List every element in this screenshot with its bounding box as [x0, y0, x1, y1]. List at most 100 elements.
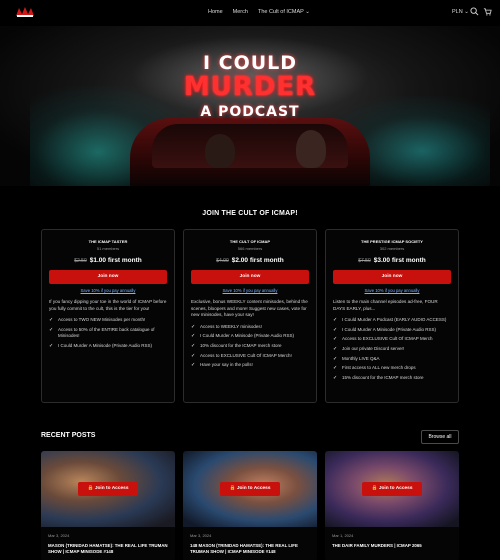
check-icon: ✓ — [333, 326, 338, 333]
post-title: 148 MASON (TRINIDAD HAMATSE): THE REAL L… — [190, 543, 298, 554]
browse-all-button[interactable]: Browse all — [421, 430, 459, 444]
perk-item: ✓ 10% discount for the ICMAP merch store — [191, 343, 309, 349]
currency-label: PLN — [452, 9, 463, 15]
perk-item: ✓ I Could Murder A Minisode (Private Audi… — [191, 333, 309, 339]
tier-name: THE CULT OF ICMAP — [229, 239, 271, 244]
tier-members: 566 members — [237, 246, 263, 251]
check-icon: ✓ — [191, 333, 196, 340]
chevron-down-icon: ⌄ — [305, 9, 310, 15]
check-icon: ✓ — [49, 326, 54, 333]
perk-item: ✓ Access to TWO NEW Minisodes per month! — [49, 317, 167, 323]
lock-icon: 🔒 — [229, 486, 236, 491]
check-icon: ✓ — [191, 362, 196, 369]
perk-text: Access to EXCLUSIVE Cult Of ICMAP Merch — [342, 336, 433, 342]
tier-old-price: $7.50 — [358, 258, 371, 264]
perk-text: I Could Murder A Minisode (Private Audio… — [200, 333, 295, 339]
perk-text: Monthly LIVE Q&A — [342, 355, 380, 361]
perk-text: Access to WEEKLY minisodes! — [200, 323, 262, 329]
check-icon: ✓ — [333, 345, 338, 352]
hero-title-line2: MURDER — [183, 72, 317, 102]
perk-item: ✓ Have your say in the polls! — [191, 362, 309, 368]
tier-perks: ✓ Access to TWO NEW Minisodes per month! … — [49, 317, 167, 349]
post-card[interactable]: 🔒 Join to Access Mar 1, 2024 THE DAIR FA… — [325, 451, 459, 560]
check-icon: ✓ — [333, 374, 338, 381]
recent-posts-title: RECENT POSTS — [41, 432, 96, 439]
check-icon: ✓ — [333, 336, 338, 343]
save-annually-link[interactable]: Save 10% if you pay annually — [49, 288, 167, 293]
tier-name: THE PRESTIGE ICMAP SOCIETY — [361, 239, 423, 244]
tier-current-price: $1.00 first month — [89, 257, 142, 264]
cart-icon[interactable] — [483, 7, 492, 16]
tier-description: If you fancy dipping your toe in the wor… — [49, 299, 167, 311]
nav-links: Home Merch The Cult of ICMAP ⌄ — [208, 9, 310, 15]
hero-banner: I COULD MURDER A PODCAST — [0, 26, 500, 186]
icmap-logo[interactable] — [14, 5, 36, 19]
tier-price: $2.50 $1.00 first month — [49, 257, 167, 264]
perk-item: ✓ I Could Murder A Podcast (EARLY AUDIO A… — [333, 317, 451, 323]
nav-cult[interactable]: The Cult of ICMAP ⌄ — [258, 9, 310, 15]
post-date: Mar 1, 2024 — [332, 533, 354, 538]
join-now-button[interactable]: Join now — [49, 270, 167, 284]
join-section-title: JOIN THE CULT OF ICMAP! — [202, 210, 298, 217]
join-to-access-label: Join to Access — [378, 486, 413, 491]
save-annually-link[interactable]: Save 10% if you pay annually — [191, 288, 309, 293]
post-title: MASON (TRINIDAD HAMATSE): THE REAL LIFE … — [48, 543, 168, 554]
check-icon: ✓ — [191, 342, 196, 349]
tier-members: 51 members — [96, 246, 120, 251]
join-now-button[interactable]: Join now — [333, 270, 451, 284]
perk-item: ✓ I Could Murder A Minisode (Private Audi… — [333, 327, 451, 333]
chevron-down-icon: ⌄ — [464, 9, 469, 15]
perk-text: 10% discount for the ICMAP merch store — [200, 342, 282, 348]
post-title: THE DAIR FAMILY MURDERS | ICMAP 2065 — [332, 543, 422, 548]
post-card[interactable]: 🔒 Join to Access Mar 3, 2024 MASON (TRIN… — [41, 451, 175, 560]
tier-card-cult: THE CULT OF ICMAP 566 members $4.00 $2.00… — [183, 229, 317, 403]
perk-text: I Could Murder A Minisode (Private Audio… — [342, 326, 437, 332]
hero-title-line1: I COULD — [202, 52, 298, 74]
perk-item: ✓ First access to ALL new merch drops — [333, 365, 451, 371]
hero-title-line3: A PODCAST — [200, 104, 300, 120]
join-to-access-label: Join to Access — [236, 486, 271, 491]
check-icon: ✓ — [333, 365, 338, 372]
check-icon: ✓ — [333, 355, 338, 362]
tier-old-price: $4.00 — [216, 258, 229, 264]
currency-selector[interactable]: PLN ⌄ — [452, 9, 469, 15]
save-annually-link[interactable]: Save 10% if you pay annually — [333, 288, 451, 293]
perk-text: Access to TWO NEW Minisodes per month! — [58, 317, 146, 323]
top-nav: Home Merch The Cult of ICMAP ⌄ PLN ⌄ — [0, 0, 500, 26]
tier-members: 302 members — [379, 246, 405, 251]
perk-item: ✓ I Could Murder A Minisode (Private Audi… — [49, 343, 167, 349]
perk-item: ✓ Access to 50% of the ENTIRE back catalo… — [49, 327, 167, 339]
check-icon: ✓ — [191, 323, 196, 330]
tier-price: $4.00 $2.00 first month — [191, 257, 309, 264]
nav-merch[interactable]: Merch — [233, 9, 248, 15]
join-to-access-button[interactable]: 🔒 Join to Access — [362, 482, 422, 496]
join-to-access-label: Join to Access — [94, 486, 129, 491]
perk-item: ✓ Access to EXCLUSIVE Cult Of ICMAP Merch — [333, 336, 451, 342]
join-to-access-button[interactable]: 🔒 Join to Access — [78, 482, 138, 496]
perk-text: Access to 50% of the ENTIRE back catalog… — [58, 326, 155, 338]
perk-text: First access to ALL new merch drops — [342, 365, 416, 371]
check-icon: ✓ — [49, 317, 54, 324]
search-icon[interactable] — [470, 7, 479, 16]
tier-old-price: $2.50 — [74, 258, 87, 264]
perk-item: ✓ Monthly LIVE Q&A — [333, 356, 451, 362]
perk-text: Access to EXCLUSIVE Cult Of ICMAP Merch! — [200, 352, 292, 358]
tier-description: Exclusive, bonus WEEKLY content minisode… — [191, 299, 308, 318]
hero-person-right — [296, 130, 326, 168]
post-card[interactable]: 🔒 Join to Access Mar 3, 2024 148 MASON (… — [183, 451, 317, 560]
tier-current-price: $3.00 first month — [373, 257, 426, 264]
tier-name: THE ICMAP TASTER — [88, 239, 128, 244]
perk-text: Join our private Discord server! — [342, 345, 405, 351]
perk-text: I Could Murder A Minisode (Private Audio… — [58, 342, 153, 348]
lock-icon: 🔒 — [371, 486, 378, 491]
join-to-access-button[interactable]: 🔒 Join to Access — [220, 482, 280, 496]
tier-card-taster: THE ICMAP TASTER 51 members $2.50 $1.00 f… — [41, 229, 175, 403]
join-now-button[interactable]: Join now — [191, 270, 309, 284]
nav-home[interactable]: Home — [208, 9, 223, 15]
tier-card-prestige: THE PRESTIGE ICMAP SOCIETY 302 members $… — [325, 229, 459, 403]
tier-price: $7.50 $3.00 first month — [333, 257, 451, 264]
post-date: Mar 3, 2024 — [190, 533, 212, 538]
perk-item: ✓ Access to WEEKLY minisodes! — [191, 324, 309, 330]
tier-perks: ✓ Access to WEEKLY minisodes! ✓ I Could Mu… — [191, 324, 309, 369]
check-icon: ✓ — [333, 317, 338, 324]
